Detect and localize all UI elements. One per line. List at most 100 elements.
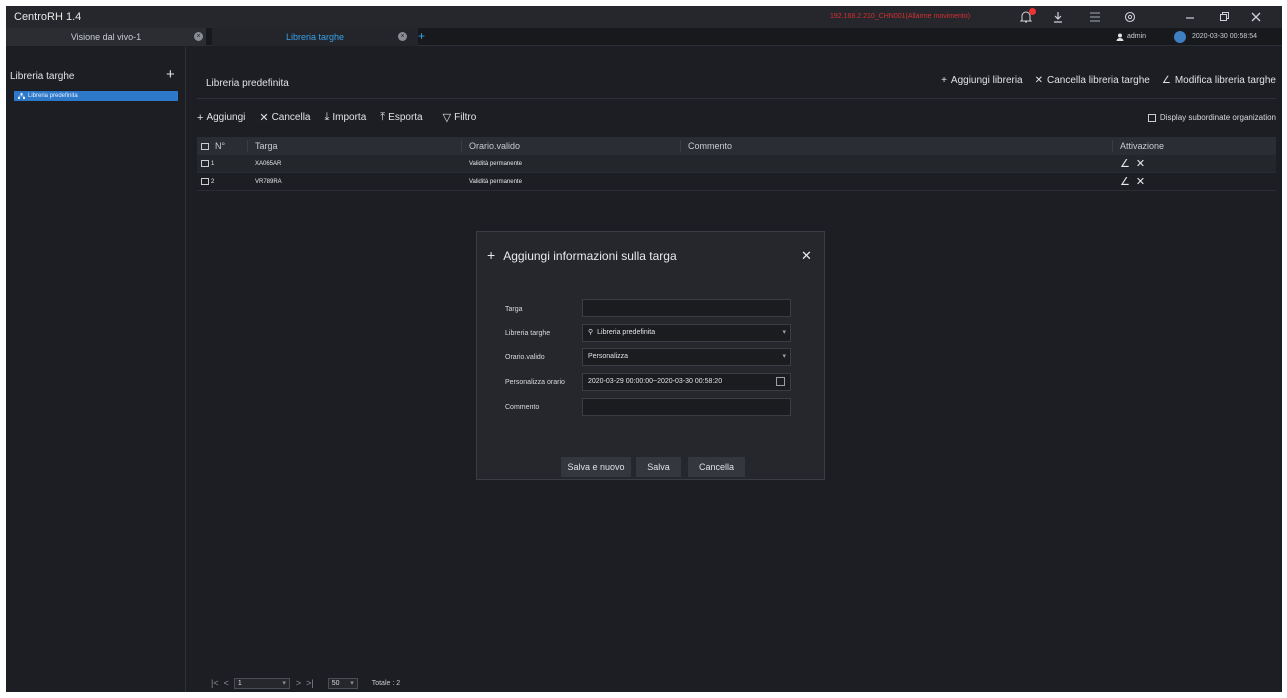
valid-time-label: Orario.valido	[505, 354, 545, 361]
add-tab-icon[interactable]: +	[418, 28, 425, 45]
valid-time-cell: Validità permanente	[469, 179, 522, 185]
first-page-icon[interactable]: |<	[211, 678, 219, 688]
save-button[interactable]: Salva	[636, 457, 681, 477]
plus-icon: +	[941, 75, 947, 86]
tab-close-icon[interactable]: ×	[398, 32, 407, 41]
valid-time-select[interactable]: Personalizza ▾	[582, 348, 791, 366]
last-page-icon[interactable]: >|	[306, 678, 314, 688]
comment-input[interactable]	[582, 398, 791, 416]
pagination: |< < 1 ▾ > >| 50 ▾ Totale : 2	[211, 677, 400, 689]
table-header: N° Targa Orario.valido Commento Attivazi…	[197, 137, 1276, 155]
edit-icon[interactable]: ∠	[1120, 158, 1130, 170]
comment-label: Commento	[505, 404, 540, 411]
table-row[interactable]: 1 XA065AR Validità permanente ∠ ✕	[197, 155, 1276, 173]
user-icon	[1116, 33, 1124, 41]
alarm-notification-text[interactable]: 192.168.2.210_CHN001(Allarme movimento)	[830, 13, 970, 20]
org-tree-icon: ⚲	[588, 329, 594, 336]
minimize-icon[interactable]	[1183, 10, 1197, 24]
display-subordinate-checkbox[interactable]	[1147, 113, 1156, 122]
username[interactable]: admin	[1127, 28, 1146, 46]
page-select[interactable]: 1 ▾	[233, 677, 290, 689]
tab-plate-library[interactable]: Libreria targhe	[212, 28, 418, 46]
add-library-icon[interactable]: +	[166, 66, 175, 83]
column-divider	[1112, 140, 1113, 152]
restore-icon[interactable]	[1217, 10, 1231, 24]
tab-live-view[interactable]: Visione dal vivo-1	[6, 28, 206, 46]
export-button[interactable]: ⤒ Esporta	[380, 111, 422, 124]
chevron-down-icon: ▾	[782, 329, 786, 336]
download-icon[interactable]	[1051, 10, 1065, 24]
edit-library-button[interactable]: ∠ Modifica libreria targhe	[1162, 75, 1276, 86]
chevron-down-icon: ▾	[350, 679, 354, 687]
globe-icon	[1174, 31, 1186, 43]
delete-icon[interactable]: ✕	[1136, 158, 1145, 170]
dialog-title: + Aggiungi informazioni sulla targa	[487, 247, 677, 263]
row-actions: ∠ ✕	[1120, 173, 1151, 193]
org-tree-icon	[18, 93, 25, 99]
tab-close-icon[interactable]: ×	[194, 32, 203, 41]
plus-icon: +	[197, 111, 204, 124]
table-row[interactable]: 2 VR789RA Validità permanente ∠ ✕	[197, 173, 1276, 191]
next-page-icon[interactable]: >	[296, 678, 301, 688]
column-header-valid-time[interactable]: Orario.valido	[469, 137, 520, 155]
save-and-new-button[interactable]: Salva e nuovo	[561, 457, 631, 477]
custom-time-label: Personalizza orario	[505, 379, 565, 386]
chevron-down-icon: ▾	[782, 353, 786, 360]
page-title: Libreria predefinita	[206, 78, 289, 89]
divider	[197, 98, 1276, 99]
system-clock: 2020-03-30 00:58:54	[1192, 33, 1257, 40]
plate-label: Targa	[505, 306, 523, 313]
add-button[interactable]: + Aggiungi	[197, 111, 245, 124]
select-all-checkbox[interactable]	[201, 137, 211, 155]
page-size-select[interactable]: 50 ▾	[327, 677, 358, 689]
total-count: Totale : 2	[371, 679, 401, 687]
plate-cell: XA065AR	[255, 161, 282, 167]
library-select[interactable]: ⚲ Libreria predefinita ▾	[582, 324, 791, 342]
tab-label: Libreria targhe	[285, 32, 345, 42]
x-icon: ✕	[1034, 75, 1044, 86]
edit-icon: ∠	[1161, 75, 1171, 86]
x-icon: ✕	[259, 112, 269, 124]
chevron-down-icon: ▾	[282, 679, 286, 687]
sidebar-item-label: Libreria predefinita	[28, 93, 78, 99]
calendar-icon[interactable]	[776, 377, 785, 386]
title-bar: CentroRH 1.4 192.168.2.210_CHN001(Allarm…	[6, 6, 1282, 28]
delete-button[interactable]: ✕ Cancella	[259, 111, 310, 124]
row-actions: ∠ ✕	[1120, 155, 1151, 175]
import-button[interactable]: ⤓ Importa	[325, 111, 367, 124]
row-checkbox[interactable]: 1	[201, 155, 214, 173]
edit-icon[interactable]: ∠	[1120, 176, 1130, 188]
delete-library-button[interactable]: ✕ Cancella libreria targhe	[1035, 75, 1150, 86]
filter-icon: ▽	[442, 112, 452, 124]
add-plate-dialog: + Aggiungi informazioni sulla targa ✕ Tar…	[476, 231, 825, 480]
display-subordinate-option[interactable]: Display subordinate organization	[1147, 113, 1276, 122]
alarm-badge	[1029, 8, 1036, 15]
prev-page-icon[interactable]: <	[224, 678, 229, 688]
column-divider	[247, 140, 248, 152]
valid-time-cell: Validità permanente	[469, 161, 522, 167]
delete-icon[interactable]: ✕	[1136, 176, 1145, 188]
dialog-close-icon[interactable]: ✕	[801, 248, 812, 264]
column-header-comment[interactable]: Commento	[688, 137, 732, 155]
app-window: CentroRH 1.4 192.168.2.210_CHN001(Allarm…	[6, 6, 1282, 692]
column-header-plate[interactable]: Targa	[255, 137, 278, 155]
sidebar: Libreria targhe + Libreria predefinita	[6, 47, 186, 692]
toolbar: + Aggiungi ✕ Cancella ⤓ Importa ⤒ Esporta ▽ F…	[197, 111, 490, 124]
menu-icon[interactable]	[1088, 10, 1102, 24]
plate-cell: VR789RA	[255, 179, 282, 185]
filter-button[interactable]: ▽ Filtro	[443, 111, 477, 124]
settings-icon[interactable]	[1123, 10, 1137, 24]
custom-time-range-input[interactable]: 2020-03-29 00:00:00~2020-03-30 00:58:20	[582, 373, 791, 391]
plate-table: N° Targa Orario.valido Commento Attivazi…	[197, 137, 1276, 191]
export-icon: ⤒	[380, 111, 386, 123]
close-icon[interactable]	[1249, 10, 1263, 24]
plate-input[interactable]	[582, 299, 791, 317]
plus-icon: +	[487, 247, 496, 263]
cancel-button[interactable]: Cancella	[688, 457, 745, 477]
column-divider	[461, 140, 462, 152]
row-checkbox[interactable]: 2	[201, 173, 214, 191]
import-icon: ⤓	[324, 111, 330, 123]
column-divider	[680, 140, 681, 152]
add-library-button[interactable]: + Aggiungi libreria	[941, 75, 1023, 86]
sidebar-item-default-library[interactable]: Libreria predefinita	[14, 91, 178, 101]
